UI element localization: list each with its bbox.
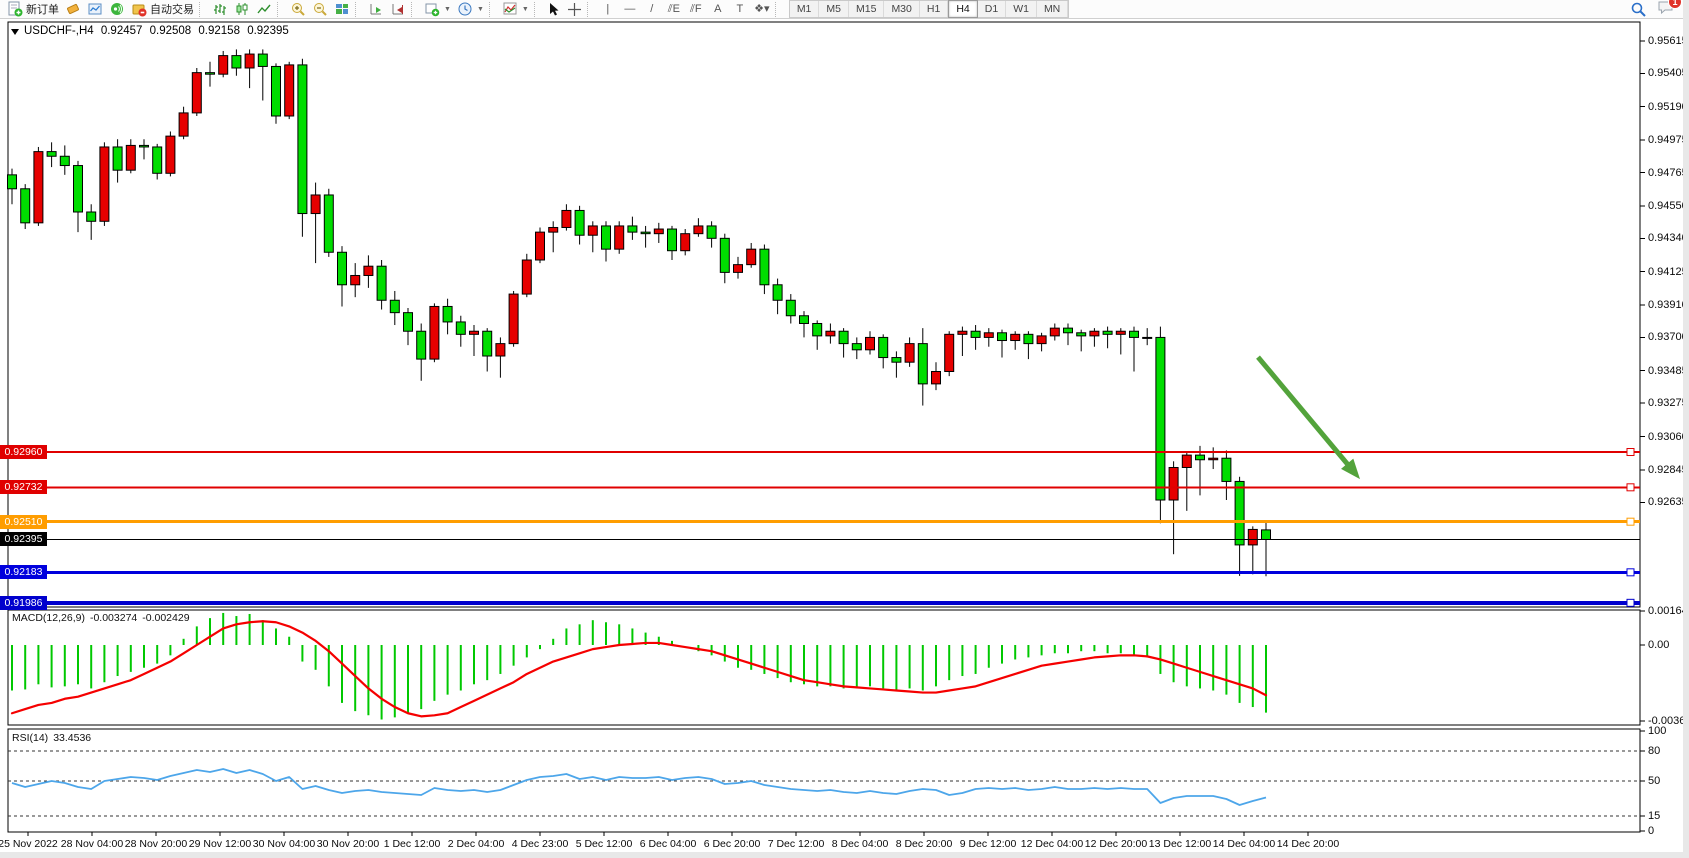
price-badge-0.92510: 0.92510 (0, 515, 47, 529)
time-label: 6 Dec 20:00 (704, 838, 761, 850)
price-badge-0.91986: 0.91986 (0, 596, 47, 610)
time-label: 12 Dec 20:00 (1085, 838, 1147, 850)
chart-canvas[interactable] (0, 0, 1689, 858)
axis-label: 0.94125 (1648, 266, 1688, 278)
axis-label: 0.93700 (1648, 331, 1688, 343)
axis-label: 0.93060 (1648, 431, 1688, 443)
axis-label: 50 (1648, 775, 1660, 787)
macd-label: MACD(12,26,9)-0.003274-0.002429 (12, 612, 195, 624)
chart-title: USDCHF-,H4 0.92457 0.92508 0.92158 0.923… (24, 25, 293, 37)
time-label: 30 Nov 04:00 (253, 838, 315, 850)
window-edge-bottom (0, 852, 1689, 858)
axis-label: 0.92845 (1648, 464, 1688, 476)
line-handle[interactable] (1627, 569, 1634, 576)
mt4-window: 新订单 自动交易 (0, 0, 1689, 858)
ohlc-high: 0.92508 (150, 25, 192, 37)
line-handle[interactable] (1627, 449, 1634, 456)
line-handle[interactable] (1627, 484, 1634, 491)
time-label: 8 Dec 04:00 (832, 838, 889, 850)
axis-label: 0.95190 (1648, 101, 1688, 113)
price-badge-0.92183: 0.92183 (0, 565, 47, 579)
time-label: 2 Dec 04:00 (448, 838, 505, 850)
axis-label: 100 (1648, 725, 1666, 737)
axis-label: 0.93485 (1648, 365, 1688, 377)
time-label: 29 Nov 12:00 (189, 838, 251, 850)
price-badge-0.92732: 0.92732 (0, 480, 47, 494)
ohlc-close: 0.92395 (247, 25, 289, 37)
time-label: 6 Dec 04:00 (640, 838, 697, 850)
time-label: 9 Dec 12:00 (960, 838, 1017, 850)
time-label: 14 Dec 04:00 (1213, 838, 1275, 850)
axis-label: 0.95405 (1648, 67, 1688, 79)
line-handle[interactable] (1627, 599, 1634, 606)
current-price-badge: 0.92395 (0, 532, 47, 546)
time-label: 12 Dec 04:00 (1021, 838, 1083, 850)
axis-label: 0.94340 (1648, 232, 1688, 244)
time-label: 7 Dec 12:00 (768, 838, 825, 850)
axis-label: 0.93910 (1648, 299, 1688, 311)
axis-label: 0.92635 (1648, 496, 1688, 508)
line-handle[interactable] (1627, 518, 1634, 525)
axis-label: 0.00 (1648, 639, 1669, 651)
ohlc-low: 0.92158 (198, 25, 240, 37)
axis-label: 0.94550 (1648, 200, 1688, 212)
collapse-chart-icon[interactable] (11, 29, 19, 35)
window-edge-right (1683, 0, 1689, 858)
axis-label: 0.93275 (1648, 397, 1688, 409)
time-label: 25 Nov 2022 (0, 838, 58, 850)
axis-label: 0.94975 (1648, 134, 1688, 146)
time-label: 13 Dec 12:00 (1149, 838, 1211, 850)
ohlc-open: 0.92457 (101, 25, 143, 37)
axis-label: 80 (1648, 745, 1660, 757)
symbol-period: USDCHF-,H4 (24, 25, 94, 37)
rsi-label: RSI(14)33.4536 (12, 732, 96, 744)
price-badge-0.92960: 0.92960 (0, 445, 47, 459)
axis-label: 15 (1648, 810, 1660, 822)
axis-label: 0.95615 (1648, 35, 1688, 47)
time-label: 5 Dec 12:00 (576, 838, 633, 850)
time-label: 4 Dec 23:00 (512, 838, 569, 850)
time-label: 14 Dec 20:00 (1277, 838, 1339, 850)
time-label: 1 Dec 12:00 (384, 838, 441, 850)
time-label: 28 Nov 20:00 (125, 838, 187, 850)
time-label: 30 Nov 20:00 (317, 838, 379, 850)
time-label: 8 Dec 20:00 (896, 838, 953, 850)
time-label: 28 Nov 04:00 (61, 838, 123, 850)
axis-label: 0.94765 (1648, 167, 1688, 179)
axis-label: 0 (1648, 825, 1654, 837)
